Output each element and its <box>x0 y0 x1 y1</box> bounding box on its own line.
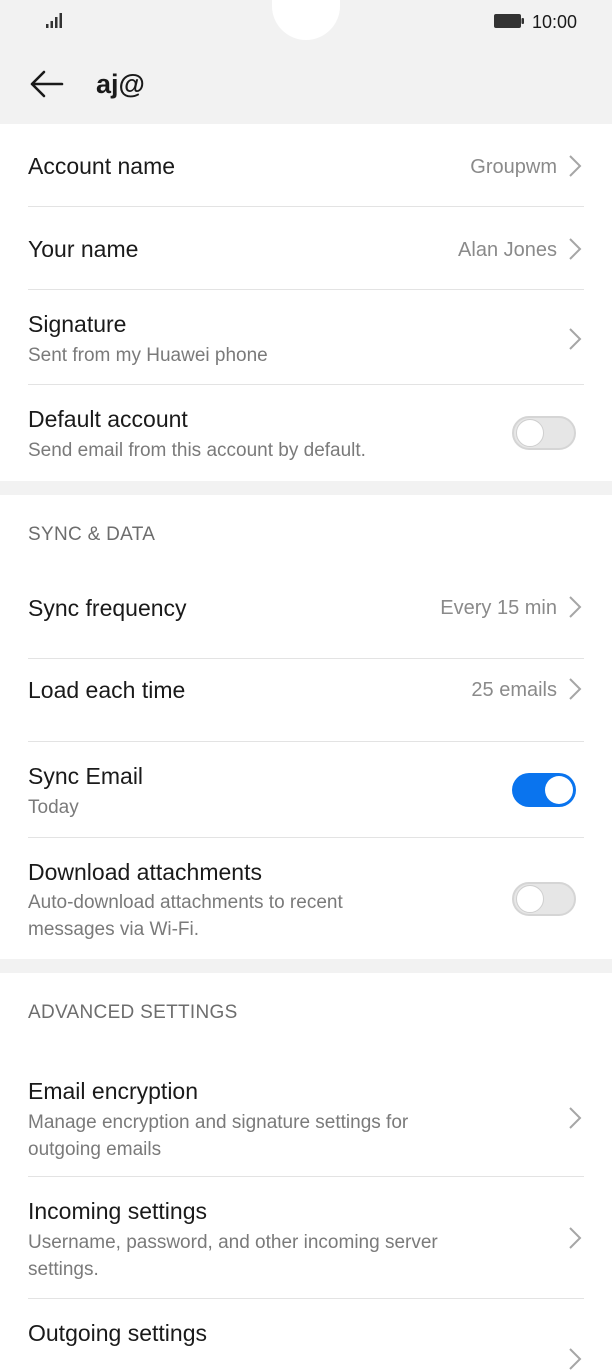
your-name-value: Alan Jones <box>458 239 557 261</box>
download-attachments-description-line1: Auto-download attachments to recent <box>28 892 343 913</box>
load-each-time-label: Load each time <box>28 677 186 703</box>
download-attachments-label: Download attachments <box>28 859 262 885</box>
chevron-right-icon <box>569 155 582 177</box>
incoming-settings-label: Incoming settings <box>28 1198 207 1224</box>
email-encryption-description-line2: outgoing emails <box>28 1139 162 1160</box>
outgoing-settings-row[interactable]: Outgoing settings <box>0 1299 612 1370</box>
sync-frequency-label: Sync frequency <box>28 595 187 621</box>
section-gap <box>0 481 612 495</box>
chevron-right-icon <box>569 1348 582 1370</box>
app-header: aj@ <box>0 46 612 124</box>
toggle-knob <box>516 885 544 913</box>
sync-email-toggle[interactable] <box>512 773 576 807</box>
sync-frequency-row[interactable]: Sync frequency Every 15 min <box>0 577 612 659</box>
download-attachments-toggle[interactable] <box>512 882 576 916</box>
signature-value: Sent from my Huawei phone <box>28 345 268 366</box>
incoming-settings-row[interactable]: Incoming settings Username, password, an… <box>0 1177 612 1299</box>
sync-frequency-value: Every 15 min <box>440 597 557 619</box>
chevron-right-icon <box>569 596 582 618</box>
chevron-right-icon <box>569 328 582 350</box>
sync-email-label: Sync Email <box>28 763 144 789</box>
load-each-time-value: 25 emails <box>471 679 557 701</box>
toggle-knob <box>516 419 544 447</box>
incoming-settings-description-line2: settings. <box>28 1259 99 1280</box>
back-arrow-icon[interactable] <box>26 66 66 102</box>
default-account-toggle[interactable] <box>512 416 576 450</box>
load-each-time-row[interactable]: Load each time 25 emails <box>0 659 612 742</box>
account-name-label: Account name <box>28 153 176 179</box>
default-account-description: Send email from this account by default. <box>28 440 366 461</box>
download-attachments-row[interactable]: Download attachments Auto-download attac… <box>0 838 612 959</box>
email-encryption-description-line1: Manage encryption and signature settings… <box>28 1112 409 1133</box>
signature-label: Signature <box>28 311 127 337</box>
section-header-advanced: ADVANCED SETTINGS <box>0 973 612 1055</box>
status-bar: 10:00 <box>0 0 612 46</box>
status-time: 10:00 <box>532 12 578 32</box>
incoming-settings-description-line1: Username, password, and other incoming s… <box>28 1232 438 1253</box>
chevron-right-icon <box>569 678 582 700</box>
download-attachments-description-line2: messages via Wi-Fi. <box>28 919 200 940</box>
chevron-right-icon <box>569 238 582 260</box>
account-name-row[interactable]: Account name Groupwm <box>0 124 612 207</box>
battery-icon <box>494 14 524 28</box>
section-header-advanced-label: ADVANCED SETTINGS <box>28 1002 238 1023</box>
signal-icon <box>46 13 62 28</box>
outgoing-settings-label: Outgoing settings <box>28 1320 208 1346</box>
settings-list: Account name Groupwm Your name Alan Jone… <box>0 124 612 1370</box>
camera-notch <box>272 0 340 40</box>
your-name-label: Your name <box>28 236 139 262</box>
default-account-label: Default account <box>28 406 188 432</box>
email-encryption-label: Email encryption <box>28 1078 199 1104</box>
chevron-right-icon <box>569 1227 582 1249</box>
section-gap <box>0 959 612 973</box>
toggle-knob <box>545 776 573 804</box>
email-encryption-row[interactable]: Email encryption Manage encryption and s… <box>0 1055 612 1177</box>
account-name-value: Groupwm <box>470 156 557 178</box>
section-header-sync: SYNC & DATA <box>0 495 612 577</box>
page-title: aj@ <box>96 69 145 99</box>
section-header-sync-label: SYNC & DATA <box>28 524 156 545</box>
chevron-right-icon <box>569 1107 582 1129</box>
signature-row[interactable]: Signature Sent from my Huawei phone <box>0 290 612 385</box>
default-account-row[interactable]: Default account Send email from this acc… <box>0 385 612 481</box>
your-name-row[interactable]: Your name Alan Jones <box>0 207 612 290</box>
sync-email-row[interactable]: Sync Email Today <box>0 742 612 838</box>
sync-email-description: Today <box>28 797 79 818</box>
